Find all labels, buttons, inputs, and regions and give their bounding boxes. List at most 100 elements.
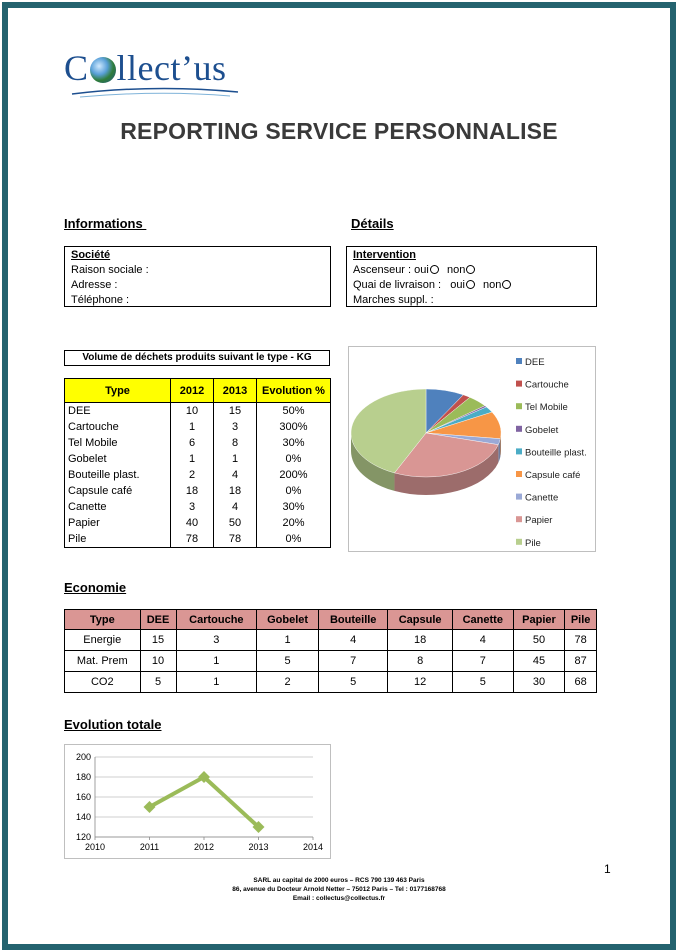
legend-label: Gobelet: [525, 425, 559, 436]
ascenseur-oui-radio[interactable]: [429, 265, 439, 274]
page-title: REPORTING SERVICE PERSONNALISE: [120, 118, 558, 144]
legend-swatch: [516, 358, 522, 364]
legend-label: DEE: [525, 357, 545, 368]
volume-cell: 0%: [256, 531, 331, 548]
volume-table-row: Canette 3 4 30%: [64, 499, 331, 515]
quai-oui-radio[interactable]: [465, 280, 475, 289]
economie-cell: 7: [451, 650, 514, 672]
societe-title: Société: [71, 249, 111, 261]
volume-cell: 78: [213, 531, 257, 548]
ascenseur-non-radio[interactable]: [466, 265, 476, 274]
pie-chart-svg: DEE Cartouche Tel Mobile Gobelet Bouteille p…: [350, 357, 587, 549]
ascenseur-row: Ascenseur : oui non: [353, 263, 590, 278]
x-tick-label: 2010: [85, 842, 105, 852]
line-chart-svg: 120 140 160 180 200 2010 2011 2012 2013 2014: [76, 752, 323, 852]
legend-swatch: [516, 538, 522, 545]
volume-cell: 10: [170, 402, 214, 419]
globe-icon: [89, 57, 116, 83]
volume-cell: Pile: [64, 531, 171, 548]
volume-table-caption: Volume de déchets produits suivant le ty…: [64, 350, 330, 366]
y-tick-label: 200: [76, 752, 91, 762]
series-line: [148, 775, 260, 829]
volume-table-row: Cartouche 1 3 300%: [64, 419, 331, 435]
details-heading: Détails: [351, 216, 394, 231]
volume-cell: 1: [170, 419, 214, 435]
volume-table-row: DEE 10 15 50%: [64, 402, 331, 419]
volume-cell: 2: [170, 467, 214, 483]
economie-cell: Energie: [64, 629, 141, 651]
economie-cell: 1: [256, 629, 319, 651]
header-2013: 2013: [213, 378, 257, 403]
volume-cell: DEE: [64, 402, 171, 419]
logo-swoosh: [71, 87, 239, 98]
economie-cell: 1: [175, 650, 258, 672]
economie-cell: 78: [564, 629, 597, 651]
legend-swatch: [516, 493, 522, 500]
economie-table-row: Energie 15 3 1 4 18 4 50 78: [64, 629, 597, 651]
economie-cell: 5: [451, 671, 514, 693]
pie-chart: DEE Cartouche Tel Mobile Gobelet Bouteille p…: [348, 346, 596, 552]
quai-non-radio[interactable]: [502, 280, 512, 289]
legend-swatch: [516, 380, 522, 387]
volume-table-row: Capsule café 18 18 0%: [64, 483, 331, 499]
volume-cell: 6: [170, 435, 214, 451]
economie-header-cell: Type: [64, 609, 141, 630]
volume-table-row: Tel Mobile 6 8 30%: [64, 435, 331, 451]
economie-cell: 5: [317, 671, 389, 693]
economie-cell: 1: [175, 671, 258, 693]
economie-cell: 12: [387, 671, 453, 693]
economie-cell: 87: [564, 650, 597, 672]
evolution-heading: Evolution totale: [64, 717, 162, 732]
legend-label: Tel Mobile: [525, 402, 568, 413]
volume-table-row: Bouteille plast. 2 4 200%: [64, 467, 331, 483]
economie-table-row: Mat. Prem 10 1 5 7 8 7 45 87: [64, 650, 597, 672]
legend-label: Papier: [525, 515, 552, 526]
volume-cell: 1: [213, 451, 257, 467]
legend-swatch: [516, 516, 522, 523]
volume-cell: Gobelet: [64, 451, 171, 467]
volume-cell: 50: [213, 515, 257, 531]
economie-cell: 45: [512, 650, 566, 672]
footer-line-1: SARL au capital de 2000 euros – RCS 790 …: [253, 877, 425, 884]
y-tick-label: 120: [76, 832, 91, 842]
economie-cell: 30: [512, 671, 566, 693]
economie-cell: 3: [175, 629, 258, 651]
raison-sociale-label: Raison sociale :: [71, 264, 149, 276]
footer-line-2: 86, avenue du Docteur Arnold Netter – 75…: [232, 886, 446, 893]
economie-header-cell: Gobelet: [256, 609, 319, 630]
volume-cell: Papier: [64, 515, 171, 531]
volume-table-row: Pile 78 78 0%: [64, 531, 331, 548]
volume-cell: 1: [170, 451, 214, 467]
volume-table-row: Papier 40 50 20%: [64, 515, 331, 531]
line-chart: 120 140 160 180 200 2010 2011 2012 2013 2014: [64, 744, 331, 859]
ascenseur-label: Ascenseur :: [353, 264, 412, 276]
economie-table-header: Type DEE Cartouche Gobelet Bouteille Capsule C…: [64, 609, 597, 630]
economie-table-row: CO2 5 1 2 5 12 5 30 68: [64, 671, 597, 693]
collectus-logo: Cllect’us: [64, 48, 244, 100]
quai-oui-label: oui: [450, 279, 465, 291]
telephone-label: Téléphone :: [71, 294, 130, 306]
legend-swatch: [516, 471, 522, 477]
economie-cell: 10: [139, 650, 177, 672]
economie-table: Type DEE Cartouche Gobelet Bouteille Capsule C…: [64, 609, 597, 693]
economie-header-cell: Canette: [451, 609, 514, 630]
volume-cell: 300%: [256, 419, 331, 435]
volume-cell: 20%: [256, 515, 331, 531]
economie-cell: 50: [512, 629, 566, 651]
x-tick-label: 2012: [194, 842, 214, 852]
volume-cell: 4: [213, 499, 257, 515]
economie-heading: Economie: [64, 580, 127, 595]
economie-cell: Mat. Prem: [64, 650, 141, 672]
economie-cell: 4: [451, 629, 514, 651]
logo-text: Cllect’us: [64, 48, 227, 88]
economie-cell: 4: [317, 629, 389, 651]
volume-cell: 30%: [256, 435, 331, 451]
legend-label: Cartouche: [525, 380, 569, 391]
volume-cell: 200%: [256, 467, 331, 483]
quai-non-label: non: [483, 279, 502, 291]
intervention-title: Intervention: [353, 249, 416, 261]
y-tick-label: 140: [76, 812, 91, 822]
economie-cell: 8: [387, 650, 453, 672]
volume-cell: 0%: [256, 451, 331, 467]
economie-cell: CO2: [64, 671, 141, 693]
